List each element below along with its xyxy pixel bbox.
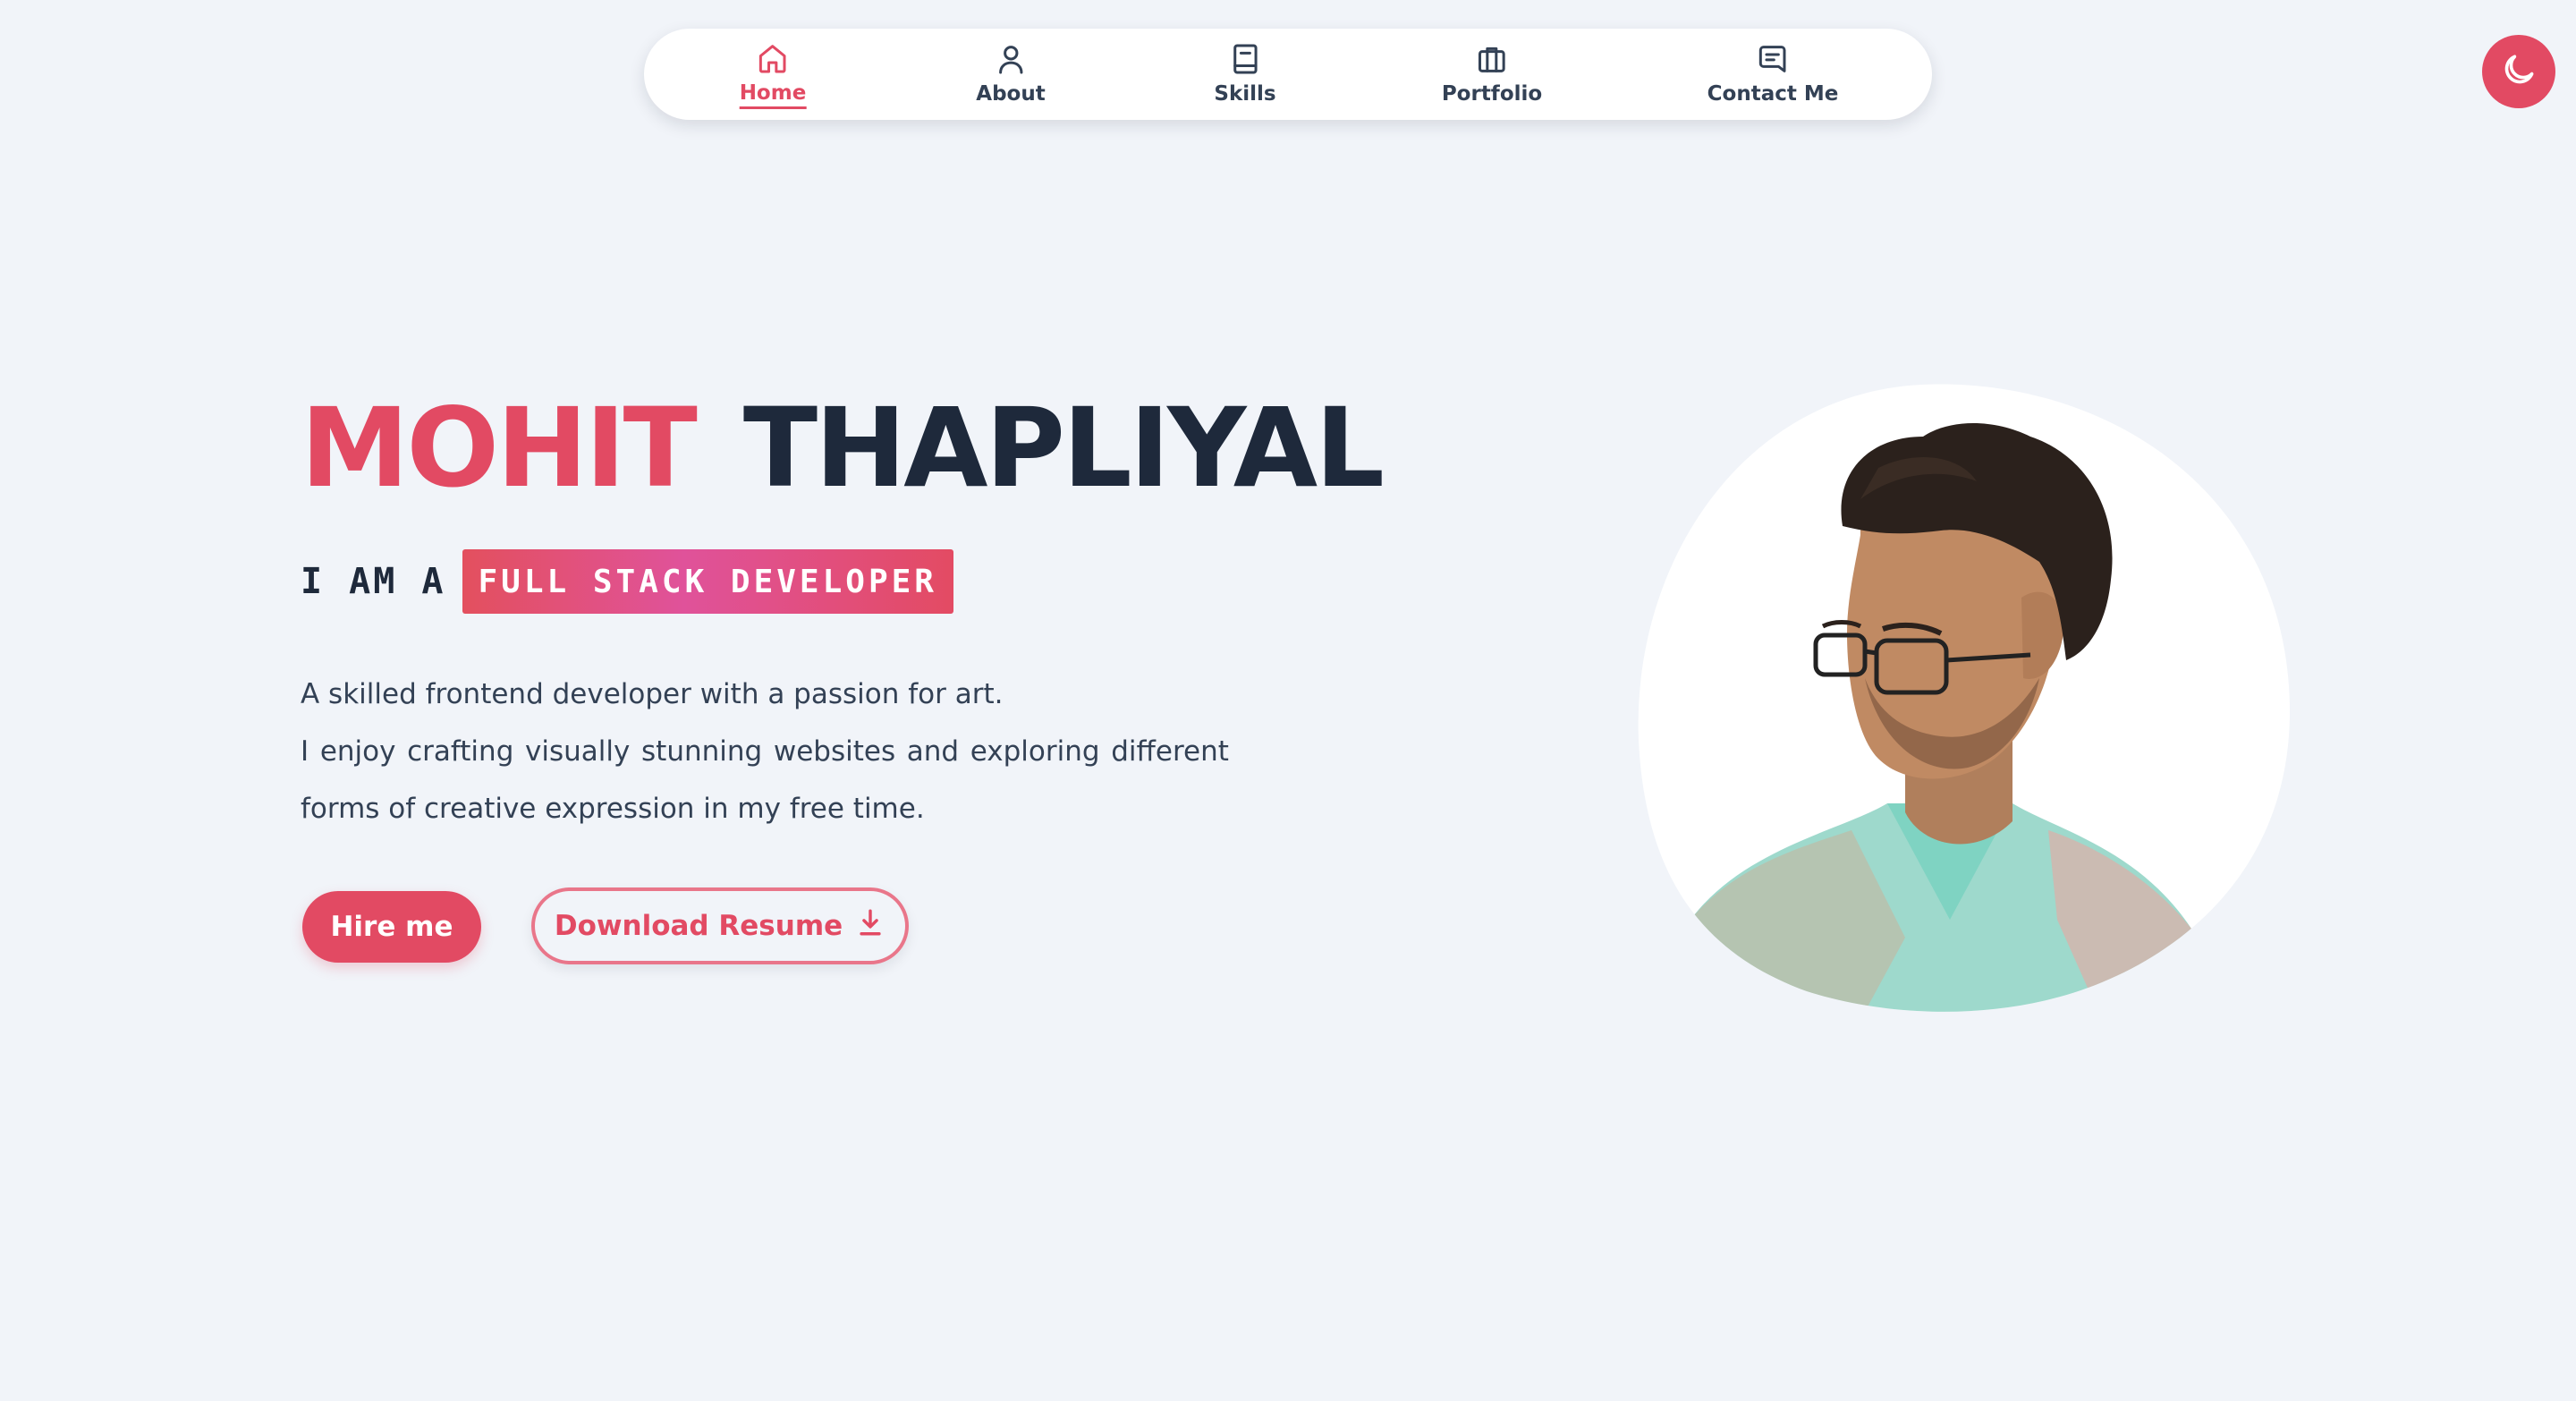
download-resume-label: Download Resume: [554, 910, 843, 942]
nav-item-about[interactable]: About: [976, 29, 1046, 120]
nav-item-portfolio[interactable]: Portfolio: [1442, 29, 1542, 120]
description-line-1: A skilled frontend developer with a pass…: [301, 678, 1004, 710]
hero-last-name: THAPLIYAL: [742, 385, 1385, 512]
description-word: different: [1111, 735, 1229, 768]
profile-photo: [1637, 383, 2292, 1020]
description-word: and: [906, 735, 960, 768]
description-word: stunning: [641, 735, 763, 768]
nav-label-about: About: [976, 82, 1046, 106]
book-icon: [1227, 41, 1263, 77]
download-icon: [855, 907, 886, 945]
nav-item-skills[interactable]: Skills: [1214, 29, 1276, 120]
description-word: enjoy: [319, 735, 396, 768]
nav-label-portfolio: Portfolio: [1441, 82, 1543, 106]
description-word: websites: [773, 735, 896, 768]
download-resume-button[interactable]: Download Resume: [531, 887, 909, 964]
description-word: crafting: [407, 735, 514, 768]
role-badge: FULL STACK DEVELOPER: [462, 549, 953, 614]
nav-item-contact[interactable]: Contact Me: [1707, 29, 1839, 120]
description-line-2: Ienjoy crafting visually stunning websites an…: [301, 723, 1229, 780]
description-word: visually: [525, 735, 631, 768]
hero-description: A skilled frontend developer with a pass…: [301, 666, 1231, 837]
theme-toggle-button[interactable]: [2482, 35, 2555, 108]
moon-icon: [2499, 50, 2538, 94]
hero-name: MOHIT THAPLIYAL: [301, 385, 1385, 512]
role-prefix: I AM A: [301, 561, 446, 602]
hire-me-button[interactable]: Hire me: [302, 891, 481, 963]
briefcase-icon: [1474, 41, 1510, 77]
page: Home About Skills Portfolio Contact Me M…: [0, 0, 2576, 1401]
hero-first-name: MOHIT: [301, 385, 698, 512]
nav-label-skills: Skills: [1214, 82, 1276, 106]
description-word: exploring: [970, 735, 1100, 768]
nav-label-contact: Contact Me: [1707, 82, 1839, 106]
description-line-3: forms of creative expression in my free …: [301, 793, 925, 825]
nav-label-home: Home: [739, 80, 807, 109]
role-row: I AM A FULL STACK DEVELOPER: [301, 549, 953, 614]
description-word: I: [301, 735, 309, 768]
home-icon: [755, 40, 791, 76]
message-icon: [1755, 41, 1791, 77]
user-icon: [993, 41, 1029, 77]
nav-item-home[interactable]: Home: [739, 29, 807, 120]
main-nav: Home About Skills Portfolio Contact Me: [644, 29, 1932, 120]
